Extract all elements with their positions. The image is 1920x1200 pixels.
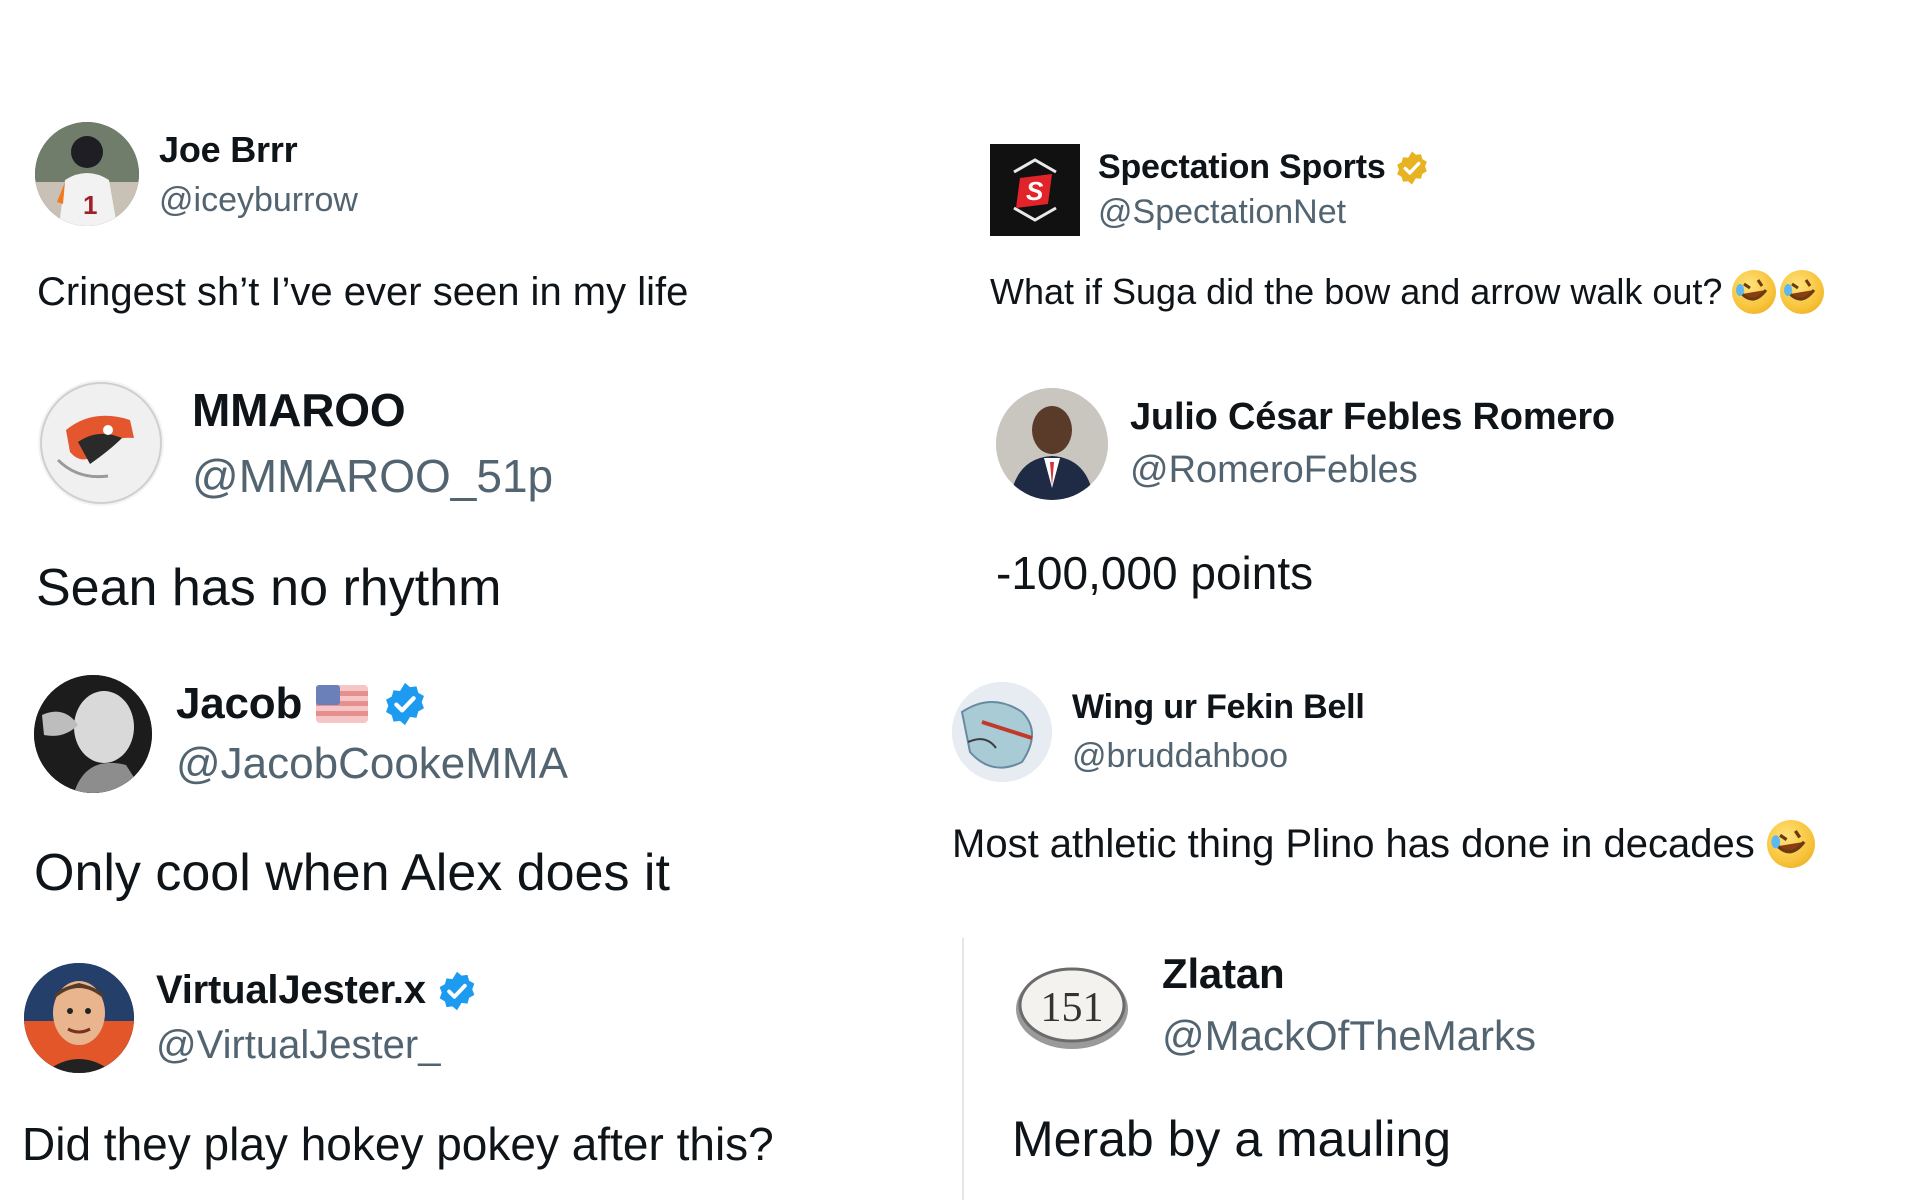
tweet-text: Cringest sh’t I’ve ever seen in my life <box>37 270 689 314</box>
151-logo-avatar[interactable]: 151 <box>1012 955 1132 1055</box>
rofl-emoji <box>1780 270 1825 314</box>
tweet-text: Merab by a mauling <box>1012 1111 1452 1167</box>
handle[interactable]: @MMAROO_51p <box>192 449 553 503</box>
display-name[interactable]: MMAROO <box>192 383 406 437</box>
display-name[interactable]: VirtualJester.x <box>156 968 426 1013</box>
column-divider <box>962 938 964 1200</box>
handle[interactable]: @bruddahboo <box>1072 737 1365 776</box>
football-player-avatar[interactable]: 1 <box>35 122 139 226</box>
tweet-text: What if Suga did the bow and arrow walk … <box>990 271 1723 312</box>
verified-blue-icon <box>382 681 428 727</box>
tweet-card[interactable]: S Spectation Sports @SpectationNet What … <box>990 144 1910 344</box>
tweet-text: -100,000 points <box>996 547 1314 599</box>
tweet-text: Most athletic thing Plino has done in de… <box>952 821 1755 866</box>
rofl-emoji <box>1766 820 1815 868</box>
verified-gold-icon <box>1394 150 1430 186</box>
tweet-card[interactable]: Julio César Febles Romero @RomeroFebles … <box>996 388 1896 608</box>
display-name[interactable]: Wing ur Fekin Bell <box>1072 688 1365 727</box>
svg-text:1: 1 <box>83 190 97 220</box>
tweet-text-row: What if Suga did the bow and arrow walk … <box>990 270 1825 314</box>
map-drawing-avatar[interactable] <box>952 682 1052 782</box>
151-logo-label: 151 <box>1041 985 1104 1031</box>
display-name[interactable]: Spectation Sports <box>1098 148 1386 187</box>
tweet-card[interactable]: Wing ur Fekin Bell @bruddahboo Most athl… <box>952 682 1902 882</box>
spectation-logo-letter: S <box>1026 176 1044 206</box>
handle[interactable]: @JacobCookeMMA <box>176 739 568 789</box>
handle[interactable]: @MackOfTheMarks <box>1162 1012 1536 1060</box>
man-in-suit-avatar[interactable] <box>996 388 1108 500</box>
verified-blue-icon <box>436 970 478 1012</box>
tweet-text: Sean has no rhythm <box>36 559 502 617</box>
us-flag-icon <box>316 685 369 723</box>
handle[interactable]: @SpectationNet <box>1098 193 1430 232</box>
display-name[interactable]: Zlatan <box>1162 950 1285 998</box>
handle[interactable]: @VirtualJester_ <box>156 1023 478 1068</box>
tweet-text-row: Most athletic thing Plino has done in de… <box>952 820 1815 868</box>
tweet-card[interactable]: 1 Joe Brrr @iceyburrow Cringest sh’t I’v… <box>35 122 935 332</box>
display-name[interactable]: Joe Brrr <box>159 129 298 171</box>
handle[interactable]: @RomeroFebles <box>1130 449 1615 492</box>
tweet-card[interactable]: MMAROO @MMAROO_51p Sean has no rhythm <box>36 380 938 620</box>
display-name[interactable]: Julio César Febles Romero <box>1130 396 1615 439</box>
tweet-card[interactable]: VirtualJester.x @VirtualJester_ Did they… <box>22 963 924 1193</box>
tweet-text: Did they play hokey pokey after this? <box>22 1118 774 1170</box>
cartoon-man-avatar[interactable] <box>24 963 134 1073</box>
fighter-bw-avatar[interactable] <box>34 675 152 793</box>
kangaroo-logo-avatar[interactable] <box>38 380 164 506</box>
rofl-emoji <box>1732 270 1777 314</box>
tweet-card[interactable]: 151 Zlatan @MackOfTheMarks Merab by a ma… <box>1012 950 1902 1190</box>
handle[interactable]: @iceyburrow <box>159 181 358 220</box>
tweet-text: Only cool when Alex does it <box>34 844 670 902</box>
tweet-card[interactable]: Jacob @JacobCookeMMA Only cool when Alex… <box>34 675 934 915</box>
spectation-logo-avatar[interactable]: S <box>990 144 1080 236</box>
display-name[interactable]: Jacob <box>176 679 302 729</box>
